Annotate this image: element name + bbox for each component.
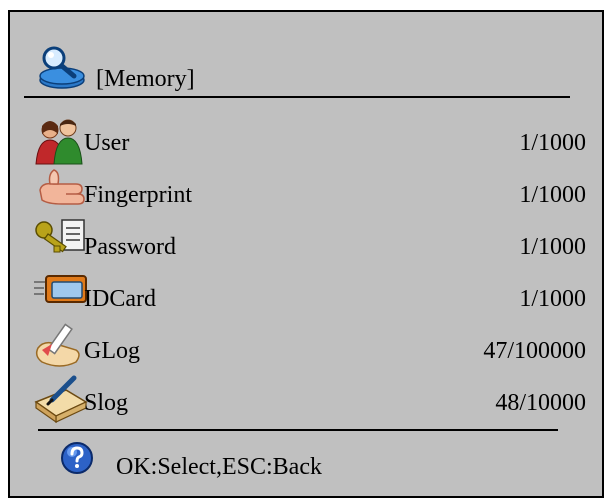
keys-icon bbox=[35, 219, 85, 253]
row-label: GLog bbox=[84, 338, 140, 364]
id-card-icon bbox=[34, 275, 87, 303]
memory-row-idcard[interactable]: IDCard 1/1000 bbox=[10, 275, 602, 326]
row-value: 1/1000 bbox=[519, 130, 586, 156]
row-label: Fingerprint bbox=[84, 182, 192, 208]
row-label: Password bbox=[84, 234, 177, 260]
header: [Memory] bbox=[10, 12, 602, 102]
memory-row-glog[interactable]: GLog 47/100000 bbox=[10, 323, 602, 378]
row-value: 1/1000 bbox=[519, 286, 586, 312]
row-value: 1/1000 bbox=[519, 234, 586, 260]
magnifier-disk-icon bbox=[39, 46, 85, 89]
row-value: 47/100000 bbox=[483, 338, 586, 364]
thumb-icon bbox=[39, 169, 85, 205]
row-value: 48/10000 bbox=[495, 390, 586, 416]
memory-row-slog[interactable]: Slog 48/10000 bbox=[10, 375, 602, 430]
row-label: User bbox=[84, 130, 130, 156]
footer-divider bbox=[38, 429, 558, 431]
row-label: IDCard bbox=[84, 286, 156, 312]
row-label: Slog bbox=[84, 390, 129, 416]
footer: OK:Select,ESC:Back bbox=[10, 432, 602, 498]
pen-book-icon bbox=[34, 375, 88, 424]
header-divider bbox=[24, 96, 570, 98]
memory-row-password[interactable]: Password 1/1000 bbox=[10, 219, 602, 274]
memory-row-fingerprint[interactable]: Fingerprint 1/1000 bbox=[10, 169, 602, 222]
row-value: 1/1000 bbox=[519, 182, 586, 208]
help-icon bbox=[61, 442, 93, 474]
footer-hint: OK:Select,ESC:Back bbox=[116, 454, 322, 480]
page-title: [Memory] bbox=[96, 66, 195, 92]
memory-row-user[interactable]: User 1/1000 bbox=[10, 119, 602, 170]
pencil-note-icon bbox=[35, 323, 80, 367]
memory-screen: [Memory] User 1/1000 Fingerprint 1/1000 bbox=[8, 10, 604, 498]
users-icon bbox=[35, 119, 83, 165]
